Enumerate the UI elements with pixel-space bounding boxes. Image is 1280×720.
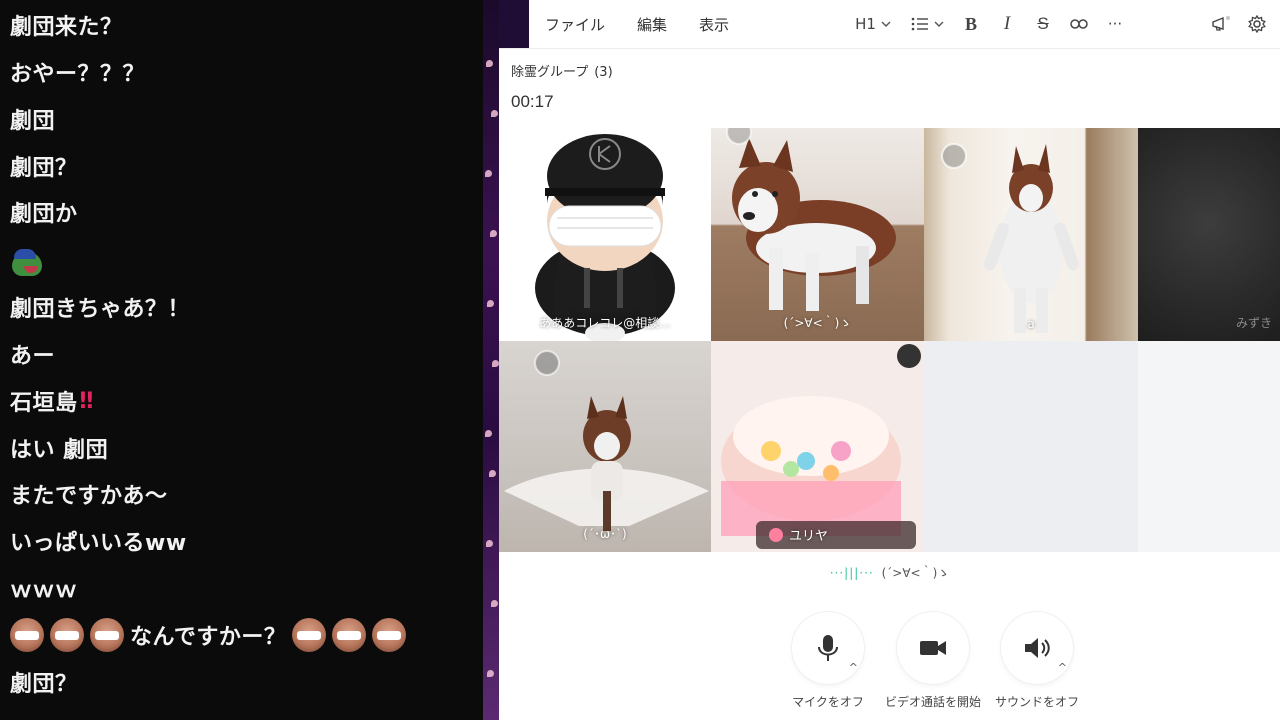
chat-message <box>10 244 46 284</box>
chat-message: なんですかー？ <box>10 615 410 655</box>
husky-avatar-icon <box>726 128 896 311</box>
sakura-background-strip <box>483 0 499 720</box>
masked-face-emote-icon <box>10 618 44 652</box>
chat-message: はい 劇団 <box>10 438 109 463</box>
bullet-list-icon <box>911 17 928 31</box>
audio-wave-icon: ···|||··· <box>829 566 874 580</box>
link-icon <box>1070 19 1088 29</box>
video-tile[interactable]: (´･ω･`) <box>499 341 711 552</box>
participant-name: ユリヤ <box>789 529 829 544</box>
masked-face-emote-icon <box>332 618 367 652</box>
birthday-cake-icon <box>721 344 921 549</box>
chevron-up-icon[interactable]: ^ <box>849 661 858 674</box>
chevron-down-icon <box>881 21 891 27</box>
italic-button[interactable]: I <box>992 9 1022 39</box>
double-exclamation-icon: ‼ <box>79 388 94 414</box>
video-tile[interactable]: あああコレコレ@相談... <box>499 128 711 341</box>
chat-message: おやー？？？ <box>10 62 146 87</box>
chat-message: ｗｗｗ <box>10 578 78 603</box>
microphone-icon <box>818 635 838 661</box>
masked-face-emote-icon <box>50 618 84 652</box>
menu-file[interactable]: ファイル <box>545 14 605 35</box>
megaphone-icon <box>1212 16 1230 31</box>
chevron-down-icon <box>934 21 943 27</box>
participant-name: a <box>1027 317 1035 331</box>
video-camera-icon <box>920 641 946 655</box>
video-button[interactable] <box>897 612 969 684</box>
speaker-icon <box>1025 638 1050 658</box>
video-tile[interactable]: みずき <box>1138 128 1280 341</box>
chat-message: またですかあ～ <box>10 484 168 509</box>
heading-dropdown[interactable]: H1 <box>848 9 898 39</box>
mic-label: マイクをオフ <box>792 695 864 709</box>
pepe-emote-icon <box>10 248 46 280</box>
gear-icon <box>1248 15 1266 33</box>
member-count: (3) <box>594 65 613 80</box>
masked-face-emote-icon <box>372 618 407 652</box>
link-button[interactable] <box>1064 9 1094 39</box>
empty-tile <box>1138 341 1280 552</box>
video-control: ビデオ通話を開始 <box>883 612 983 710</box>
video-label: ビデオ通話を開始 <box>884 695 981 709</box>
mic-button[interactable]: ^ <box>792 612 864 684</box>
chat-message: あー <box>10 344 56 369</box>
menu-bar: ファイル 編集 表示 H1 B I S ··· <box>529 0 1280 48</box>
list-dropdown[interactable] <box>904 9 950 39</box>
sound-label: サウンドをオフ <box>994 695 1079 709</box>
chevron-up-icon[interactable]: ^ <box>1058 661 1067 674</box>
announcement-button[interactable] <box>1206 9 1236 39</box>
video-tile[interactable]: a <box>924 128 1138 341</box>
participant-name: (´･ω･`) <box>583 527 627 541</box>
participant-name: みずき <box>1235 316 1272 330</box>
menu-edit[interactable]: 編集 <box>637 14 667 35</box>
empty-tile <box>924 341 1138 552</box>
chat-message: 劇団？ <box>10 672 78 697</box>
chat-message: 劇団？ <box>10 156 78 181</box>
chat-message: 劇団 <box>10 109 56 134</box>
sound-button[interactable]: ^ <box>1001 612 1073 684</box>
participant-name: (´>∀<｀)ゝ <box>783 316 852 330</box>
call-header: 除霊グループ (3) 00:17 <box>499 48 1280 128</box>
sound-control: ^ サウンドをオフ <box>987 612 1087 710</box>
video-tile[interactable]: (´>∀<｀)ゝ <box>711 128 924 341</box>
call-timer: 00:17 <box>511 92 554 111</box>
format-toolbar: H1 B I S ··· <box>845 0 1280 48</box>
chat-message: 劇団か <box>10 202 78 227</box>
mic-control: ^ マイクをオフ <box>778 612 878 710</box>
chat-message: 劇団きちゃあ？！ <box>10 297 191 322</box>
bold-button[interactable]: B <box>956 9 986 39</box>
more-button[interactable]: ··· <box>1100 9 1130 39</box>
chat-message: 劇団来た？ <box>10 15 123 40</box>
chat-message: いっぱいいるww <box>10 531 187 556</box>
masked-face-emote-icon <box>292 618 327 652</box>
video-grid: あああコレコレ@相談... (´>∀<｀)ゝ a みずき (´･ω･`) ユリヤ <box>499 128 1280 552</box>
video-tile[interactable]: ユリヤ <box>711 341 924 552</box>
group-title: 除霊グループ (3) <box>511 65 613 80</box>
strikethrough-button[interactable]: S <box>1028 9 1058 39</box>
husky-on-bird-icon <box>504 350 709 531</box>
settings-button[interactable] <box>1242 9 1272 39</box>
speaking-indicator: ···|||··· (´>∀<｀)ゝ <box>829 566 950 580</box>
chat-message: 石垣島 ‼ <box>10 388 94 417</box>
menu-view[interactable]: 表示 <box>699 14 729 35</box>
call-app-window: ファイル 編集 表示 H1 B I S ··· 除霊グループ (3) 00:17… <box>499 0 1280 720</box>
chat-panel: 劇団来た？ おやー？？？ 劇団 劇団？ 劇団か 劇団きちゃあ？！ あー 石垣島 … <box>0 0 483 720</box>
standing-husky-icon <box>941 143 1080 333</box>
avatar-illustration-icon <box>535 134 675 341</box>
masked-face-emote-icon <box>90 618 124 652</box>
participant-name: あああコレコレ@相談... <box>539 316 671 330</box>
sakura-corner <box>499 0 529 48</box>
